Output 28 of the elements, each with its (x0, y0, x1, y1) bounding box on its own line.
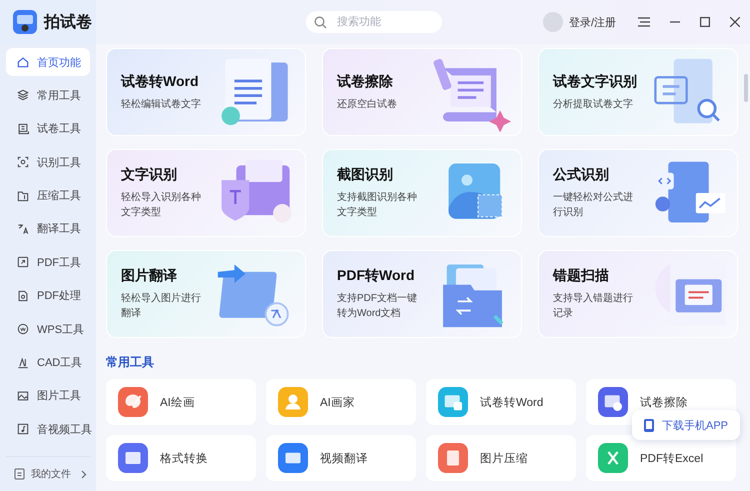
app-name: 拍试卷 (44, 12, 92, 32)
card-title: 试卷转Word (121, 72, 200, 90)
card-description: 支持截图识别各种文字类型 (337, 190, 418, 220)
card-title: 图片翻译 (121, 267, 178, 285)
tool-label: 图片压缩 (480, 452, 528, 466)
card-title: 公式识别 (553, 166, 610, 184)
card-title: PDF转Word (337, 267, 416, 285)
card-description: 还原空白试卷 (337, 98, 398, 112)
tool-label: AI绘画 (160, 396, 195, 410)
card-description: 支持导入错题进行记录 (553, 292, 634, 321)
tool-label: 试卷转Word (480, 396, 544, 410)
tool-label: 格式转换 (160, 452, 208, 466)
tool-label: PDF转Excel (640, 452, 704, 466)
card-description: 轻松导入识别各种文字类型 (121, 190, 202, 220)
card-title: 试卷文字识别 (553, 72, 637, 90)
tool-label: AI画家 (320, 395, 355, 410)
card-title: 文字识别 (121, 166, 178, 184)
card-description: 轻松编辑试卷文字 (121, 98, 202, 112)
card-description: 轻松导入图片进行翻译 (121, 292, 202, 321)
card-title: 错题扫描 (553, 267, 610, 285)
tool-label: 试卷擦除 (640, 395, 688, 410)
card-description: 一键轻松对公式进行识别 (553, 190, 634, 220)
card-description: 分析提取试卷文字 (553, 98, 634, 112)
tool-label: 视频翻译 (320, 452, 368, 466)
card-title: 截图识别 (337, 166, 394, 184)
section-title: 常用工具 (106, 354, 155, 371)
card-description: 支持PDF文档一键转为Word文档 (337, 292, 418, 321)
card-title: 试卷擦除 (337, 72, 394, 90)
